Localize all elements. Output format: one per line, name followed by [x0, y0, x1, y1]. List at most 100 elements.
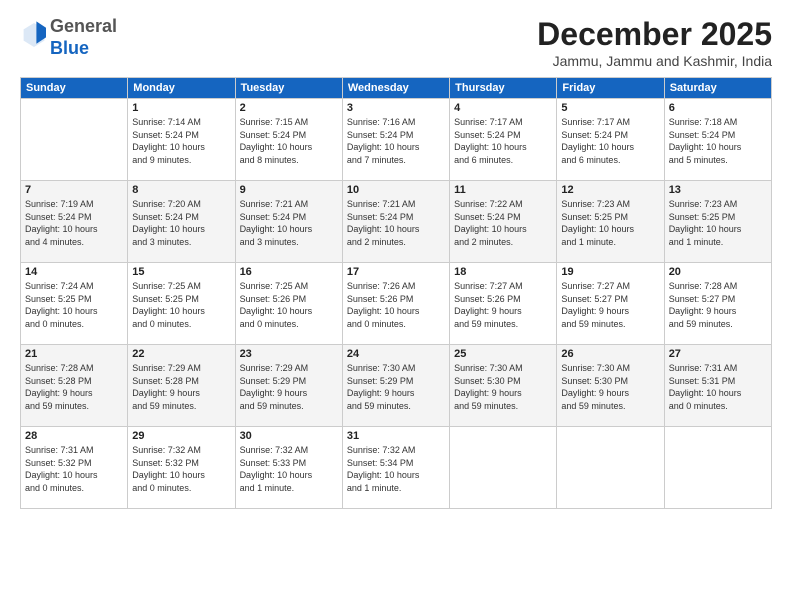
header-row: SundayMondayTuesdayWednesdayThursdayFrid… — [21, 78, 772, 99]
header: General Blue December 2025 Jammu, Jammu … — [20, 16, 772, 69]
day-number: 25 — [454, 348, 552, 360]
day-number: 26 — [561, 348, 659, 360]
day-number: 1 — [132, 102, 230, 114]
calendar-cell: 15Sunrise: 7:25 AM Sunset: 5:25 PM Dayli… — [128, 263, 235, 345]
day-number: 3 — [347, 102, 445, 114]
day-number: 8 — [132, 184, 230, 196]
calendar-cell: 17Sunrise: 7:26 AM Sunset: 5:26 PM Dayli… — [342, 263, 449, 345]
calendar-cell: 9 Sunrise: 7:21 AM Sunset: 5:24 PM Daylig… — [235, 181, 342, 263]
calendar-cell: 23 Sunrise: 7:29 AM Sunset: 5:29 PM Dayli… — [235, 345, 342, 427]
weekday-header: Wednesday — [342, 78, 449, 99]
calendar-cell: 27 Sunrise: 7:31 AM Sunset: 5:31 PM Dayli… — [664, 345, 771, 427]
day-info: Sunrise: 7:28 AM Sunset: 5:28 PM Dayligh… — [25, 362, 123, 412]
calendar-header: SundayMondayTuesdayWednesdayThursdayFrid… — [21, 78, 772, 99]
logo-general-text: General — [50, 16, 117, 36]
calendar-cell: 3 Sunrise: 7:16 AM Sunset: 5:24 PM Daylig… — [342, 99, 449, 181]
calendar-cell — [450, 427, 557, 509]
day-info: Sunrise: 7:21 AM Sunset: 5:24 PM Dayligh… — [240, 198, 338, 248]
day-number: 24 — [347, 348, 445, 360]
calendar-cell: 10 Sunrise: 7:21 AM Sunset: 5:24 PM Dayli… — [342, 181, 449, 263]
calendar-cell: 22Sunrise: 7:29 AM Sunset: 5:28 PM Dayli… — [128, 345, 235, 427]
day-info: Sunrise: 7:32 AM Sunset: 5:32 PM Dayligh… — [132, 444, 230, 494]
calendar-cell: 5 Sunrise: 7:17 AM Sunset: 5:24 PM Daylig… — [557, 99, 664, 181]
month-title: December 2025 — [537, 16, 772, 53]
day-number: 20 — [669, 266, 767, 278]
calendar-cell — [664, 427, 771, 509]
calendar-cell: 20Sunrise: 7:28 AM Sunset: 5:27 PM Dayli… — [664, 263, 771, 345]
day-number: 4 — [454, 102, 552, 114]
day-number: 7 — [25, 184, 123, 196]
day-info: Sunrise: 7:27 AM Sunset: 5:27 PM Dayligh… — [561, 280, 659, 330]
day-number: 10 — [347, 184, 445, 196]
day-number: 27 — [669, 348, 767, 360]
day-info: Sunrise: 7:23 AM Sunset: 5:25 PM Dayligh… — [561, 198, 659, 248]
weekday-header: Monday — [128, 78, 235, 99]
day-number: 19 — [561, 266, 659, 278]
calendar-cell: 19 Sunrise: 7:27 AM Sunset: 5:27 PM Dayli… — [557, 263, 664, 345]
calendar-cell: 31Sunrise: 7:32 AM Sunset: 5:34 PM Dayli… — [342, 427, 449, 509]
calendar-cell: 21 Sunrise: 7:28 AM Sunset: 5:28 PM Dayli… — [21, 345, 128, 427]
calendar-cell: 1 Sunrise: 7:14 AM Sunset: 5:24 PM Daylig… — [128, 99, 235, 181]
calendar-cell: 24 Sunrise: 7:30 AM Sunset: 5:29 PM Dayli… — [342, 345, 449, 427]
title-block: December 2025 Jammu, Jammu and Kashmir, … — [537, 16, 772, 69]
calendar-cell: 26 Sunrise: 7:30 AM Sunset: 5:30 PM Dayli… — [557, 345, 664, 427]
day-info: Sunrise: 7:20 AM Sunset: 5:24 PM Dayligh… — [132, 198, 230, 248]
logo-blue-text: Blue — [50, 38, 89, 58]
calendar-cell: 30 Sunrise: 7:32 AM Sunset: 5:33 PM Dayli… — [235, 427, 342, 509]
day-number: 31 — [347, 430, 445, 442]
day-number: 5 — [561, 102, 659, 114]
day-number: 15 — [132, 266, 230, 278]
day-info: Sunrise: 7:23 AM Sunset: 5:25 PM Dayligh… — [669, 198, 767, 248]
day-info: Sunrise: 7:32 AM Sunset: 5:33 PM Dayligh… — [240, 444, 338, 494]
day-info: Sunrise: 7:25 AM Sunset: 5:26 PM Dayligh… — [240, 280, 338, 330]
day-number: 23 — [240, 348, 338, 360]
day-number: 28 — [25, 430, 123, 442]
day-info: Sunrise: 7:30 AM Sunset: 5:29 PM Dayligh… — [347, 362, 445, 412]
calendar-table: SundayMondayTuesdayWednesdayThursdayFrid… — [20, 77, 772, 509]
calendar-cell: 16Sunrise: 7:25 AM Sunset: 5:26 PM Dayli… — [235, 263, 342, 345]
calendar-cell: 7 Sunrise: 7:19 AM Sunset: 5:24 PM Daylig… — [21, 181, 128, 263]
day-info: Sunrise: 7:15 AM Sunset: 5:24 PM Dayligh… — [240, 116, 338, 166]
day-info: Sunrise: 7:29 AM Sunset: 5:28 PM Dayligh… — [132, 362, 230, 412]
calendar-cell: 8 Sunrise: 7:20 AM Sunset: 5:24 PM Daylig… — [128, 181, 235, 263]
calendar-cell: 25 Sunrise: 7:30 AM Sunset: 5:30 PM Dayli… — [450, 345, 557, 427]
calendar-cell: 6 Sunrise: 7:18 AM Sunset: 5:24 PM Daylig… — [664, 99, 771, 181]
day-number: 17 — [347, 266, 445, 278]
weekday-header: Friday — [557, 78, 664, 99]
day-info: Sunrise: 7:30 AM Sunset: 5:30 PM Dayligh… — [561, 362, 659, 412]
day-info: Sunrise: 7:27 AM Sunset: 5:26 PM Dayligh… — [454, 280, 552, 330]
calendar-cell — [21, 99, 128, 181]
calendar-week-row: 1 Sunrise: 7:14 AM Sunset: 5:24 PM Daylig… — [21, 99, 772, 181]
day-info: Sunrise: 7:16 AM Sunset: 5:24 PM Dayligh… — [347, 116, 445, 166]
day-info: Sunrise: 7:14 AM Sunset: 5:24 PM Dayligh… — [132, 116, 230, 166]
calendar-cell: 4 Sunrise: 7:17 AM Sunset: 5:24 PM Daylig… — [450, 99, 557, 181]
calendar-cell: 2 Sunrise: 7:15 AM Sunset: 5:24 PM Daylig… — [235, 99, 342, 181]
day-info: Sunrise: 7:31 AM Sunset: 5:32 PM Dayligh… — [25, 444, 123, 494]
weekday-header: Saturday — [664, 78, 771, 99]
day-number: 14 — [25, 266, 123, 278]
calendar-week-row: 28 Sunrise: 7:31 AM Sunset: 5:32 PM Dayli… — [21, 427, 772, 509]
day-info: Sunrise: 7:31 AM Sunset: 5:31 PM Dayligh… — [669, 362, 767, 412]
day-number: 21 — [25, 348, 123, 360]
day-number: 9 — [240, 184, 338, 196]
day-number: 30 — [240, 430, 338, 442]
day-info: Sunrise: 7:21 AM Sunset: 5:24 PM Dayligh… — [347, 198, 445, 248]
day-number: 29 — [132, 430, 230, 442]
day-number: 12 — [561, 184, 659, 196]
calendar-cell — [557, 427, 664, 509]
day-info: Sunrise: 7:17 AM Sunset: 5:24 PM Dayligh… — [561, 116, 659, 166]
day-info: Sunrise: 7:19 AM Sunset: 5:24 PM Dayligh… — [25, 198, 123, 248]
calendar-week-row: 7 Sunrise: 7:19 AM Sunset: 5:24 PM Daylig… — [21, 181, 772, 263]
day-info: Sunrise: 7:17 AM Sunset: 5:24 PM Dayligh… — [454, 116, 552, 166]
page: General Blue December 2025 Jammu, Jammu … — [0, 0, 792, 612]
calendar-week-row: 14Sunrise: 7:24 AM Sunset: 5:25 PM Dayli… — [21, 263, 772, 345]
day-info: Sunrise: 7:18 AM Sunset: 5:24 PM Dayligh… — [669, 116, 767, 166]
day-info: Sunrise: 7:29 AM Sunset: 5:29 PM Dayligh… — [240, 362, 338, 412]
calendar-week-row: 21 Sunrise: 7:28 AM Sunset: 5:28 PM Dayli… — [21, 345, 772, 427]
calendar-cell: 11Sunrise: 7:22 AM Sunset: 5:24 PM Dayli… — [450, 181, 557, 263]
day-number: 2 — [240, 102, 338, 114]
day-info: Sunrise: 7:30 AM Sunset: 5:30 PM Dayligh… — [454, 362, 552, 412]
weekday-header: Tuesday — [235, 78, 342, 99]
location: Jammu, Jammu and Kashmir, India — [537, 53, 772, 69]
day-number: 6 — [669, 102, 767, 114]
